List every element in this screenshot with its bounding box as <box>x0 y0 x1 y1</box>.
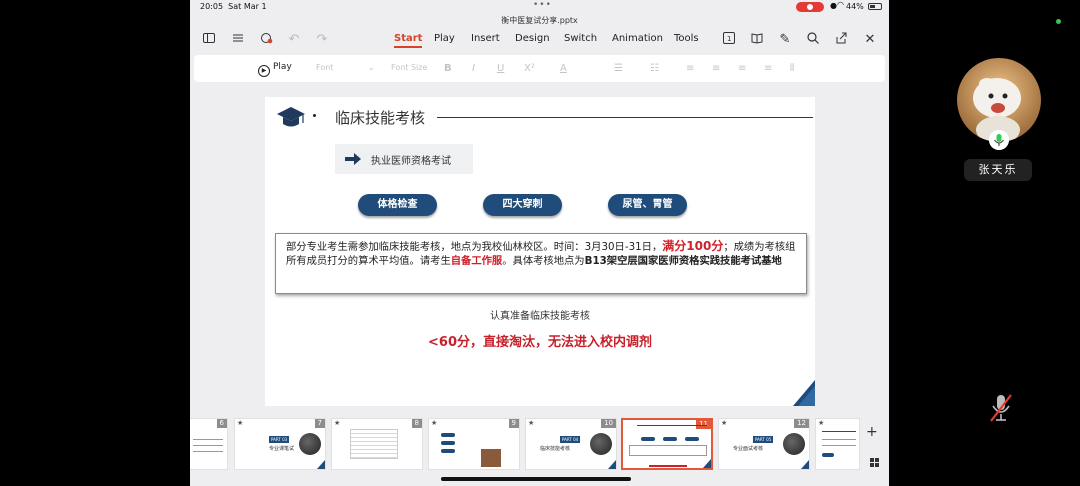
sidebar-toggle-icon[interactable] <box>201 32 217 48</box>
star-icon: ★ <box>431 419 438 427</box>
font-size-dropdown[interactable]: Font Size <box>391 63 427 72</box>
corner-decoration <box>793 380 815 406</box>
status-bar: 20:05 Sat Mar 1 ••• ● ◠ 44% <box>190 0 889 14</box>
font-dropdown[interactable]: Font <box>316 63 333 72</box>
thumbnail-slide-10[interactable]: ★ 10 PART 04 临床技能考核 <box>525 418 617 470</box>
superscript-icon[interactable]: X² <box>524 63 535 74</box>
close-icon[interactable]: ✕ <box>862 32 878 48</box>
align-right-icon[interactable]: ≡ <box>738 63 746 74</box>
wifi-icon: ◠ <box>837 0 844 9</box>
prep-text[interactable]: 认真准备临床技能考核 <box>265 307 815 322</box>
grid-view-icon[interactable] <box>870 458 879 467</box>
slide-number-icon[interactable]: 1 <box>721 32 737 48</box>
pill-catheter-tube[interactable]: 尿管、胃管 <box>608 194 687 216</box>
thumbnail-slide-6[interactable]: 6 <box>190 418 228 470</box>
tab-animation[interactable]: Animation <box>612 33 663 44</box>
star-icon: ★ <box>528 419 535 427</box>
slide-title[interactable]: 临床技能考核 <box>335 107 425 128</box>
align-center-icon[interactable]: ≡ <box>712 63 720 74</box>
pill-four-punctures[interactable]: 四大穿刺 <box>483 194 562 216</box>
underline-icon[interactable]: U <box>497 63 504 74</box>
align-left-icon[interactable]: ≡ <box>686 63 694 74</box>
font-dropdown-chevron-icon: ⌄ <box>368 63 375 72</box>
pen-icon[interactable]: ✎ <box>777 32 793 48</box>
star-icon: ★ <box>334 419 341 427</box>
document-title: 衡中医复试分享.pptx <box>501 16 578 25</box>
menu-icon[interactable] <box>230 32 246 48</box>
cloud-sync-icon[interactable] <box>258 32 274 48</box>
mic-status-icon: ● <box>830 1 837 10</box>
menu-bar: ↶ ↷ Start Play Insert Design Switch Anim… <box>190 28 889 52</box>
tab-insert[interactable]: Insert <box>471 33 500 44</box>
multitask-dots-icon[interactable]: ••• <box>533 0 552 10</box>
thumbnail-slide-8[interactable]: ★ 8 <box>331 418 423 470</box>
info-textbox[interactable]: 部分专业考生需参加临床技能考核，地点为我校仙林校区。时间：3月30日-31日，满… <box>275 233 807 294</box>
italic-icon[interactable]: I <box>472 63 475 74</box>
thumbnail-slide-12[interactable]: ★ 12 PART 05 专业面试考核 <box>718 418 810 470</box>
title-underline <box>437 117 813 118</box>
justify-icon[interactable]: ≡ <box>764 63 772 74</box>
redo-icon[interactable]: ↷ <box>314 32 330 48</box>
screen: 20:05 Sat Mar 1 ••• ● ◠ 44% 衡中医复试分享.pptx… <box>0 0 1080 486</box>
warning-text[interactable]: <60分，直接淘汰，无法进入校内调剂 <box>265 331 815 350</box>
format-toolbar: ▶ Play Font ⌄ Font Size B I U X² A ☰ ☷ ≡ … <box>194 55 885 82</box>
thumbnail-slide-9[interactable]: ★ 9 <box>428 418 520 470</box>
tab-play[interactable]: Play <box>434 33 455 44</box>
search-icon[interactable] <box>805 32 821 48</box>
home-indicator[interactable] <box>441 477 631 481</box>
numbered-list-icon[interactable]: ☷ <box>650 63 659 74</box>
thumbnail-slide-11-selected[interactable]: 11 <box>621 418 713 470</box>
star-icon: ★ <box>818 419 825 427</box>
star-icon: ★ <box>237 419 244 427</box>
title-bullet <box>313 114 316 117</box>
slide-thumbnails: 6 ★ 7 PART 03 专业课笔试 ★ 8 ★ 9 ★ 10 PART 04… <box>190 416 889 472</box>
pill-physical-exam[interactable]: 体格检查 <box>358 194 437 216</box>
tab-design[interactable]: Design <box>515 33 550 44</box>
reading-mode-icon[interactable] <box>749 32 765 48</box>
bold-icon[interactable]: B <box>444 63 452 74</box>
undo-icon[interactable]: ↶ <box>286 32 302 48</box>
font-color-icon[interactable]: A <box>560 63 567 74</box>
tab-switch[interactable]: Switch <box>564 33 597 44</box>
subtitle-text: 执业医师资格考试 <box>371 156 451 167</box>
camera-indicator-dot <box>1056 19 1061 24</box>
battery-icon <box>868 3 882 10</box>
arrow-right-icon <box>345 153 361 165</box>
add-slide-icon[interactable]: + <box>866 424 878 440</box>
graduation-cap-icon <box>277 107 305 127</box>
muted-mic-icon[interactable] <box>988 392 1014 424</box>
play-icon: ▶ <box>258 65 270 77</box>
screen-record-icon[interactable] <box>796 2 824 12</box>
participant-mic-icon <box>989 130 1009 150</box>
tab-tools[interactable]: Tools <box>674 33 699 44</box>
thumbnail-slide-7[interactable]: ★ 7 PART 03 专业课笔试 <box>234 418 326 470</box>
share-icon[interactable] <box>833 32 849 48</box>
info-work-clothes: 自备工作服 <box>450 254 503 267</box>
tab-start[interactable]: Start <box>394 33 423 48</box>
info-text-1: 部分专业考生需参加临床技能考核，地点为我校仙林校区。时间：3月30日-31日， <box>286 241 663 253</box>
battery-percent: 44% <box>846 2 864 11</box>
info-text-3: 。具体考核地点为 <box>502 254 585 267</box>
star-icon: ★ <box>721 419 728 427</box>
play-button[interactable]: ▶ Play <box>258 62 292 77</box>
status-time: 20:05 Sat Mar 1 <box>200 2 267 11</box>
subtitle-box[interactable]: 执业医师资格考试 <box>335 144 473 174</box>
thumbnail-slide-13[interactable]: ★ <box>815 418 860 470</box>
slide-canvas[interactable]: 临床技能考核 执业医师资格考试 体格检查 四大穿刺 尿管、胃管 部分专业考生需参… <box>265 97 815 406</box>
info-full-score: 满分100分 <box>662 239 724 253</box>
ipad-screen: 20:05 Sat Mar 1 ••• ● ◠ 44% 衡中医复试分享.pptx… <box>190 0 889 486</box>
bullet-list-icon[interactable]: ☰ <box>614 63 623 74</box>
info-location: B13架空层国家医师资格实践技能考试基地 <box>584 254 782 267</box>
svg-text:1: 1 <box>727 35 731 43</box>
participant-name: 张天乐 <box>964 159 1032 181</box>
columns-icon[interactable]: ⫴ <box>790 63 794 74</box>
